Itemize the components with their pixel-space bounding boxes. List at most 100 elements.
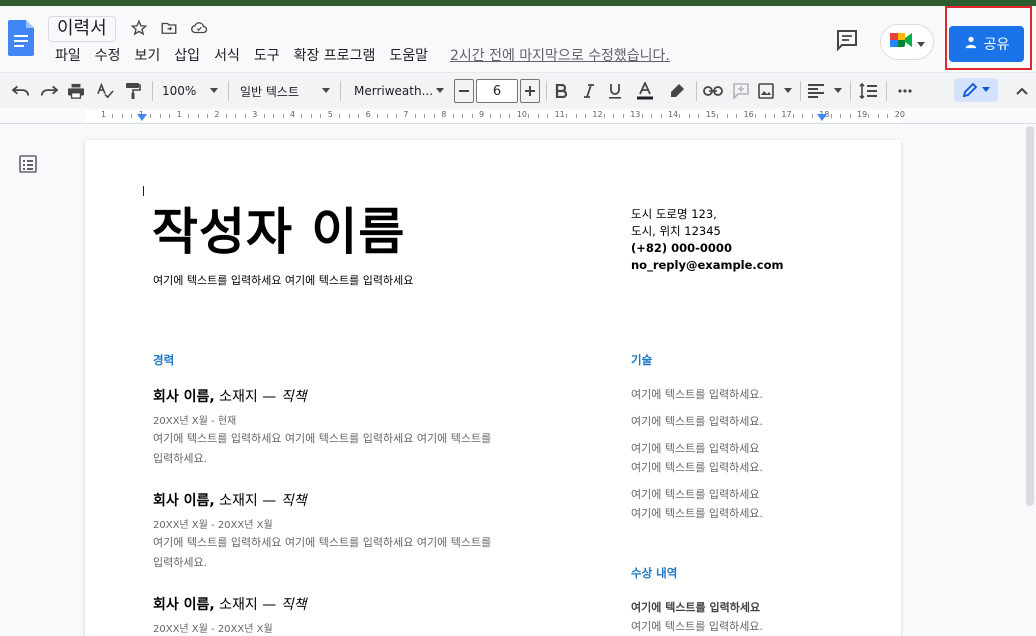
highlight-color-icon[interactable] bbox=[666, 77, 688, 105]
ruler-tick bbox=[424, 114, 426, 118]
zoom-dropdown[interactable]: 100% bbox=[162, 77, 218, 105]
ruler-label: 3 bbox=[252, 110, 258, 119]
job-location: 소재지 — bbox=[214, 389, 281, 405]
last-edit-link[interactable]: 2시간 전에 마지막으로 수정했습니다. bbox=[443, 46, 677, 66]
ruler-tick bbox=[263, 114, 265, 118]
add-comment-icon[interactable] bbox=[730, 77, 752, 105]
job-description[interactable]: 여기에 텍스트를 입력하세요 여기에 텍스트를 입력하세요 여기에 텍스트를 입… bbox=[153, 429, 553, 469]
ruler-label: 15 bbox=[705, 110, 716, 119]
job-title[interactable]: 회사 이름, 소재지 — 직책 bbox=[153, 490, 306, 510]
document-page[interactable]: 작성자 이름 여기에 텍스트를 입력하세요 여기에 텍스트를 입력하세요 도시 … bbox=[85, 140, 901, 636]
line-spacing-icon[interactable] bbox=[858, 77, 878, 105]
collapse-menus-icon[interactable] bbox=[1012, 77, 1032, 105]
menu-tools[interactable]: 도구 bbox=[247, 46, 287, 66]
job-date[interactable]: 20XX년 X월 - 현재 bbox=[153, 412, 236, 427]
ruler-tick bbox=[197, 114, 199, 118]
email-address: no_reply@example.com bbox=[631, 258, 784, 272]
job-title[interactable]: 회사 이름, 소재지 — 직책 bbox=[153, 594, 306, 614]
insert-image-button[interactable] bbox=[758, 77, 792, 105]
job-location: 소재지 — bbox=[214, 493, 281, 509]
paint-format-icon[interactable] bbox=[122, 77, 144, 105]
chevron-down-icon bbox=[210, 88, 218, 93]
move-folder-icon[interactable] bbox=[158, 17, 180, 39]
docs-logo-icon[interactable] bbox=[8, 20, 34, 56]
comments-icon[interactable] bbox=[835, 28, 859, 52]
contact-block[interactable]: 도시 도로명 123, 도시, 위치 12345 (+82) 000-0000 … bbox=[631, 206, 783, 274]
ruler-tick bbox=[386, 114, 388, 118]
redo-icon[interactable] bbox=[38, 77, 60, 105]
italic-icon[interactable] bbox=[580, 77, 598, 105]
bold-icon[interactable] bbox=[552, 77, 570, 105]
skill-item[interactable]: 여기에 텍스트를 입력하세요. bbox=[631, 385, 763, 404]
skill-item[interactable]: 여기에 텍스트를 입력하세요. bbox=[631, 504, 763, 523]
increase-font-size-button[interactable] bbox=[520, 79, 540, 103]
ruler-label: 13 bbox=[630, 110, 641, 119]
spellcheck-icon[interactable] bbox=[94, 77, 116, 105]
insert-link-icon[interactable] bbox=[702, 77, 724, 105]
skill-item[interactable]: 여기에 텍스트를 입력하세요. bbox=[631, 412, 763, 431]
font-size-input[interactable]: 6 bbox=[476, 79, 518, 103]
font-dropdown[interactable]: Merriweath... bbox=[354, 77, 444, 105]
menu-view[interactable]: 보기 bbox=[128, 46, 168, 66]
job-date[interactable]: 20XX년 X월 - 20XX년 X월 bbox=[153, 620, 273, 635]
document-outline-icon[interactable] bbox=[18, 154, 38, 174]
align-button[interactable] bbox=[808, 77, 842, 105]
award-item[interactable]: 여기에 텍스트를 입력하세요 여기에 텍스트를 입력하세요. bbox=[631, 598, 763, 636]
resume-subtitle[interactable]: 여기에 텍스트를 입력하세요 여기에 텍스트를 입력하세요 bbox=[153, 272, 413, 288]
job-role: 직책 bbox=[280, 597, 307, 613]
menu-file[interactable]: 파일 bbox=[48, 46, 88, 66]
underline-icon[interactable] bbox=[606, 77, 624, 105]
ruler-label: 16 bbox=[743, 110, 754, 119]
ruler-label: 6 bbox=[365, 110, 371, 119]
style-value: 일반 텍스트 bbox=[240, 84, 300, 99]
menu-format[interactable]: 서식 bbox=[207, 46, 247, 66]
style-dropdown[interactable]: 일반 텍스트 bbox=[240, 77, 330, 105]
share-highlight-box bbox=[945, 6, 1032, 70]
print-icon[interactable] bbox=[65, 77, 87, 105]
skill-item[interactable]: 여기에 텍스트를 입력하세요. bbox=[631, 458, 763, 477]
job-title[interactable]: 회사 이름, 소재지 — 직책 bbox=[153, 386, 306, 406]
skill-item[interactable]: 여기에 텍스트를 입력하세요 bbox=[631, 439, 759, 458]
meet-button[interactable] bbox=[880, 24, 934, 60]
phone-number: (+82) 000-0000 bbox=[631, 241, 732, 255]
document-title[interactable]: 이력서 bbox=[48, 16, 116, 42]
font-value: Merriweath... bbox=[354, 84, 434, 98]
left-indent-marker[interactable] bbox=[137, 114, 147, 121]
awards-heading[interactable]: 수상 내역 bbox=[631, 565, 677, 581]
award-title: 여기에 텍스트를 입력하세요 bbox=[631, 601, 761, 614]
ruler-tick bbox=[660, 114, 662, 118]
text-color-icon[interactable] bbox=[634, 77, 656, 105]
menu-edit[interactable]: 수정 bbox=[88, 46, 128, 66]
undo-icon[interactable] bbox=[10, 77, 32, 105]
skills-heading[interactable]: 기술 bbox=[631, 352, 652, 368]
ruler-label: 8 bbox=[441, 110, 447, 119]
ruler-tick bbox=[452, 114, 454, 118]
experience-heading[interactable]: 경력 bbox=[153, 352, 174, 368]
right-indent-marker[interactable] bbox=[817, 114, 827, 121]
menu-extensions[interactable]: 확장 프로그램 bbox=[287, 46, 383, 66]
menu-help[interactable]: 도움말 bbox=[382, 46, 435, 66]
job-description[interactable]: 여기에 텍스트를 입력하세요 여기에 텍스트를 입력하세요 여기에 텍스트를 입… bbox=[153, 533, 553, 573]
ruler-label: 10 bbox=[516, 110, 527, 119]
ruler-tick bbox=[358, 114, 360, 118]
menu-insert[interactable]: 삽입 bbox=[167, 46, 207, 66]
skill-item[interactable]: 여기에 텍스트를 입력하세요 bbox=[631, 485, 759, 504]
toolbar: 100% 일반 텍스트 Merriweath... 6 bbox=[0, 72, 1036, 108]
decrease-font-size-button[interactable] bbox=[454, 79, 474, 103]
ruler-tick bbox=[830, 114, 832, 118]
ruler-tick bbox=[377, 114, 379, 118]
star-icon[interactable] bbox=[128, 17, 150, 39]
ruler-tick bbox=[840, 114, 842, 118]
chevron-down-icon bbox=[322, 88, 330, 93]
menu-bar: 파일 수정 보기 삽입 서식 도구 확장 프로그램 도움말 2시간 전에 마지막… bbox=[48, 46, 677, 66]
editing-mode-button[interactable] bbox=[954, 78, 998, 102]
ruler-tick bbox=[679, 114, 681, 118]
ruler-tick bbox=[584, 114, 586, 118]
ruler[interactable]: 1 1 1 2 3 4 5 6 7 8 9 10 11 12 13 14 15 16 17 18 19 20 bbox=[0, 108, 1036, 124]
cloud-status-icon[interactable] bbox=[188, 17, 210, 39]
job-date[interactable]: 20XX년 X월 - 20XX년 X월 bbox=[153, 516, 273, 531]
resume-name[interactable]: 작성자 이름 bbox=[152, 202, 405, 262]
more-options-icon[interactable] bbox=[894, 77, 916, 105]
ruler-tick bbox=[433, 114, 435, 118]
vertical-scrollbar[interactable] bbox=[1026, 126, 1034, 506]
